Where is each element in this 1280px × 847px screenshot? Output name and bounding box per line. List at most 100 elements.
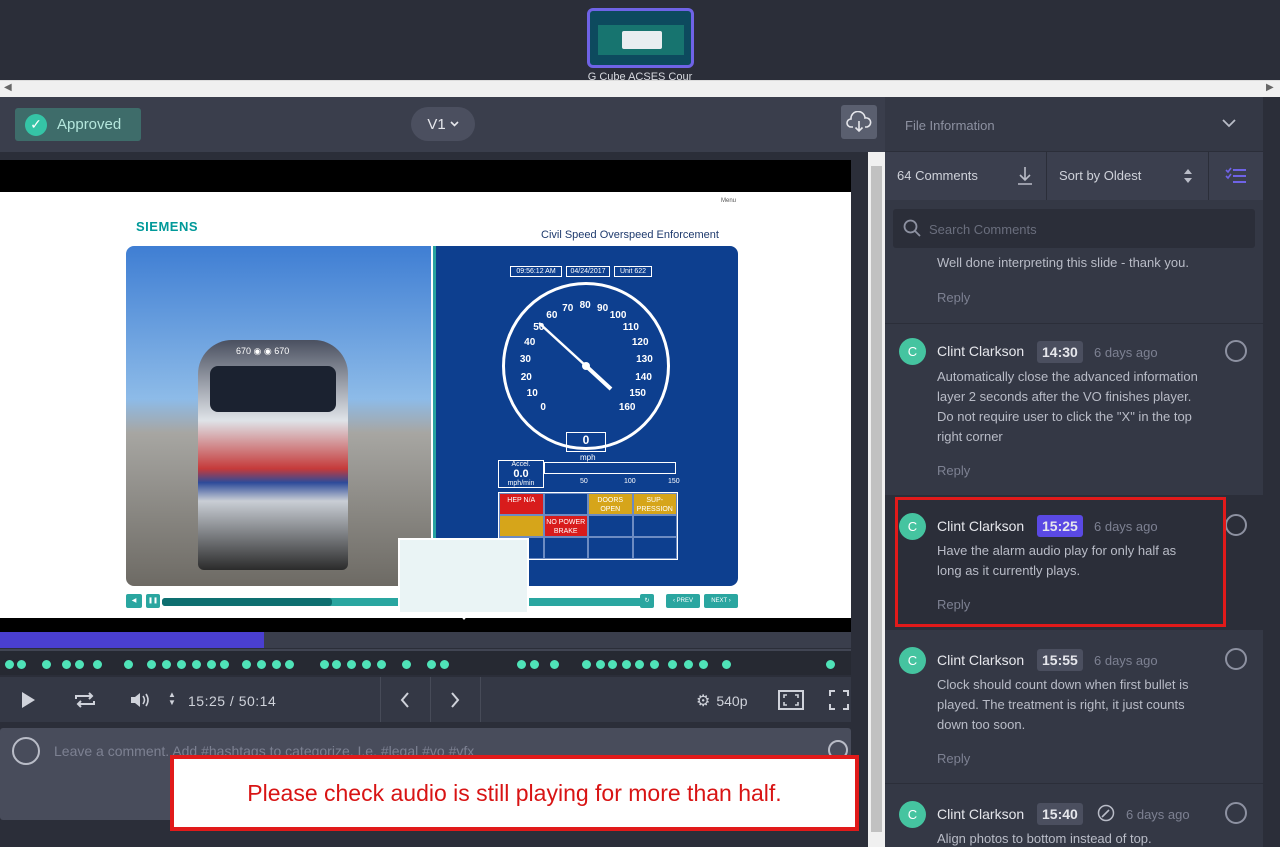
comment-author: Clint Clarkson [937, 652, 1025, 668]
comment-marker[interactable] [270, 658, 283, 671]
video-frame[interactable]: Menu SIEMENS Civil Speed Overspeed Enfor… [0, 160, 851, 632]
scrollbar-thumb[interactable] [871, 166, 882, 832]
resolve-toggle[interactable] [1225, 648, 1247, 670]
comment-item-active[interactable]: C Clint Clarkson 15:25 6 days ago Have t… [885, 496, 1263, 630]
accel-unit: mph/min [507, 480, 535, 487]
comment-marker[interactable] [438, 658, 451, 671]
controls-divider [430, 677, 431, 722]
comment-marker[interactable] [606, 658, 619, 671]
reply-link[interactable]: Reply [937, 597, 970, 612]
comment-marker[interactable] [580, 658, 593, 671]
scroll-right-icon[interactable]: ▶ [1266, 82, 1274, 93]
comment-marker[interactable] [283, 658, 296, 671]
comment-marker[interactable] [240, 658, 253, 671]
comment-marker[interactable] [218, 658, 231, 671]
comment-timestamp[interactable]: 15:25 [1037, 515, 1083, 537]
next-frame-button[interactable] [442, 687, 468, 713]
play-button[interactable] [14, 687, 42, 713]
accel-label: Accel. [511, 461, 531, 468]
slide-volume-icon[interactable]: ◀ [126, 594, 142, 608]
reply-link[interactable]: Reply [937, 463, 970, 478]
horizontal-scrollbar[interactable]: ◀ ▶ [0, 80, 1280, 97]
slide-thumbnail[interactable] [587, 8, 694, 68]
download-button[interactable] [841, 105, 877, 139]
sort-selector[interactable]: Sort by Oldest [1059, 168, 1141, 183]
gauge-label: 30 [519, 354, 531, 366]
comment-marker[interactable] [400, 658, 413, 671]
gauge-label: 90 [597, 302, 609, 314]
comment-marker[interactable] [720, 658, 733, 671]
comment-marker[interactable] [360, 658, 373, 671]
play-icon [22, 692, 35, 708]
comment-marker[interactable] [160, 658, 173, 671]
download-icon[interactable] [1017, 166, 1033, 186]
comment-marker[interactable] [205, 658, 218, 671]
fit-screen-button[interactable] [776, 687, 806, 713]
loco-windshield [210, 366, 336, 412]
comment-marker[interactable] [648, 658, 661, 671]
comment-marker[interactable] [345, 658, 358, 671]
comment-timestamp[interactable]: 14:30 [1037, 341, 1083, 363]
comment-item[interactable]: C Clint Clarkson 15:55 6 days ago Clock … [885, 630, 1263, 784]
volume-button[interactable] [126, 687, 156, 713]
approval-status-button[interactable]: ✓ Approved [15, 108, 141, 141]
resolve-toggle[interactable] [1225, 802, 1247, 824]
status-cell: HEP N/A [499, 493, 544, 515]
version-label: V1 [427, 115, 446, 133]
resolve-toggle[interactable] [1225, 340, 1247, 362]
version-selector[interactable]: V1 [411, 107, 475, 141]
fullscreen-icon [829, 690, 849, 710]
volume-stepper[interactable]: ▲ ▼ [166, 689, 178, 709]
comment-timestamp[interactable]: 15:40 [1037, 803, 1083, 825]
slide-prev-button[interactable]: ‹ PREV [666, 594, 700, 608]
comment-marker[interactable] [824, 658, 837, 671]
comment-marker[interactable] [40, 658, 53, 671]
resolve-toggle[interactable] [1225, 514, 1247, 536]
comment-marker[interactable] [666, 658, 679, 671]
comment-marker[interactable] [255, 658, 268, 671]
comment-marker[interactable] [73, 658, 86, 671]
scroll-left-icon[interactable]: ◀ [4, 82, 12, 93]
quality-selector[interactable]: ⚙ 540p [696, 691, 748, 711]
comment-marker[interactable] [633, 658, 646, 671]
filter-list-icon[interactable] [1225, 166, 1247, 186]
sort-icon[interactable] [1183, 166, 1193, 186]
loop-button[interactable] [70, 687, 100, 713]
reply-link[interactable]: Reply [937, 751, 970, 766]
comment-marker[interactable] [620, 658, 633, 671]
status-cell: SUP-PRESSION [632, 493, 677, 515]
comment-marker[interactable] [175, 658, 188, 671]
comment-marker[interactable] [60, 658, 73, 671]
chevron-down-icon [450, 121, 459, 127]
comment-timestamp[interactable]: 15:55 [1037, 649, 1083, 671]
vertical-scrollbar[interactable] [868, 152, 885, 847]
comment-item[interactable]: C Clint Clarkson 14:30 6 days ago Automa… [885, 324, 1263, 496]
comment-marker[interactable] [330, 658, 343, 671]
comment-marker[interactable] [145, 658, 158, 671]
comment-marker[interactable] [528, 658, 541, 671]
comment-marker[interactable] [15, 658, 28, 671]
playback-progress[interactable] [0, 632, 851, 648]
search-input[interactable] [929, 220, 1229, 238]
comment-marker[interactable] [515, 658, 528, 671]
status-cell: NO POWER BRAKE [543, 515, 588, 537]
slide-replay-icon[interactable]: ↻ [640, 594, 654, 608]
gauge-label: 100 [609, 310, 627, 322]
reply-link[interactable]: Reply [937, 290, 970, 305]
comment-item[interactable]: C Clint Clarkson 15:40 6 days ago Align … [885, 784, 1263, 847]
comment-marker[interactable] [375, 658, 388, 671]
comment-marker[interactable] [122, 658, 135, 671]
file-information-header[interactable]: File Information [885, 97, 1263, 152]
slide-pause-icon[interactable]: ❚❚ [146, 594, 160, 608]
status-cell [543, 493, 588, 515]
comment-marker[interactable] [682, 658, 695, 671]
comment-marker[interactable] [190, 658, 203, 671]
comment-marker[interactable] [91, 658, 104, 671]
slide-next-button[interactable]: NEXT › [704, 594, 738, 608]
comment-marker[interactable] [697, 658, 710, 671]
fullscreen-button[interactable] [826, 687, 852, 713]
comment-marker[interactable] [548, 658, 561, 671]
comment-marker[interactable] [425, 658, 438, 671]
speed-readout: 0 [566, 432, 606, 452]
previous-frame-button[interactable] [392, 687, 418, 713]
